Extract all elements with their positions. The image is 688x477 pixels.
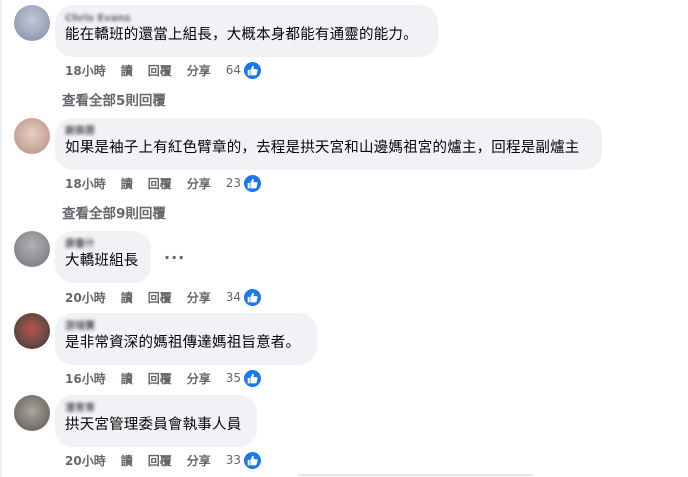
thread-line bbox=[0, 0, 2, 477]
like-count[interactable]: 64 bbox=[226, 63, 241, 77]
comment-text: 大轎班組長 bbox=[65, 253, 139, 269]
read-button[interactable]: 讀 bbox=[121, 62, 133, 79]
like-count[interactable]: 35 bbox=[226, 371, 241, 385]
avatar[interactable] bbox=[14, 5, 50, 41]
avatar[interactable] bbox=[14, 313, 50, 349]
comment-actions: 16小時 讀 回覆 分享 35 bbox=[65, 368, 262, 388]
comment-text: 如果是袖子上有紅色臂章的，去程是拱天宮和山邊媽祖宮的爐主，回程是副爐主 bbox=[65, 140, 580, 156]
avatar[interactable] bbox=[14, 231, 50, 267]
comment-author[interactable]: Chris Evans bbox=[65, 12, 426, 25]
comment-actions: 20小時 讀 回覆 分享 34 bbox=[65, 287, 262, 307]
like-icon[interactable] bbox=[244, 174, 262, 192]
read-button[interactable]: 讀 bbox=[121, 289, 133, 306]
like-icon[interactable] bbox=[244, 61, 262, 79]
like-icon[interactable] bbox=[244, 288, 262, 306]
like-count[interactable]: 23 bbox=[226, 176, 241, 190]
comment-bubble: Chris Evans 能在轎班的還當上組長，大概本身都能有通靈的能力。 bbox=[55, 5, 438, 57]
comment-author[interactable]: 潘育青 bbox=[65, 402, 245, 415]
comment-bubble: 康書什 大轎班組長 bbox=[55, 231, 151, 283]
comment-actions: 18小時 讀 回覆 分享 23 bbox=[65, 173, 262, 193]
read-button[interactable]: 讀 bbox=[121, 370, 133, 387]
share-button[interactable]: 分享 bbox=[187, 289, 211, 306]
read-button[interactable]: 讀 bbox=[121, 452, 133, 469]
reply-button[interactable]: 回覆 bbox=[148, 289, 172, 306]
comment-author[interactable]: 游瑞寶 bbox=[65, 320, 305, 333]
read-button[interactable]: 讀 bbox=[121, 175, 133, 192]
share-button[interactable]: 分享 bbox=[187, 452, 211, 469]
more-options-button[interactable]: ··· bbox=[164, 248, 185, 267]
comment-time[interactable]: 18小時 bbox=[65, 175, 106, 192]
comment-time[interactable]: 20小時 bbox=[65, 289, 106, 306]
share-button[interactable]: 分享 bbox=[187, 62, 211, 79]
share-button[interactable]: 分享 bbox=[187, 175, 211, 192]
comment-actions: 18小時 讀 回覆 分享 64 bbox=[65, 60, 262, 80]
avatar[interactable] bbox=[14, 118, 50, 154]
comment-actions: 20小時 讀 回覆 分享 33 bbox=[65, 450, 262, 470]
comment-text: 拱天宮管理委員會執事人員 bbox=[65, 417, 242, 433]
like-count[interactable]: 33 bbox=[226, 453, 241, 467]
reply-button[interactable]: 回覆 bbox=[148, 62, 172, 79]
reply-button[interactable]: 回覆 bbox=[148, 175, 172, 192]
like-icon[interactable] bbox=[244, 369, 262, 387]
comment-bubble: 潘育青 拱天宮管理委員會執事人員 bbox=[55, 395, 257, 447]
avatar[interactable] bbox=[14, 395, 50, 431]
reply-button[interactable]: 回覆 bbox=[148, 452, 172, 469]
comment-text: 是非常資深的媽祖傳達媽祖旨意者。 bbox=[65, 335, 301, 351]
share-button[interactable]: 分享 bbox=[187, 370, 211, 387]
view-all-replies-link[interactable]: 查看全部5則回覆 bbox=[62, 89, 166, 109]
reply-button[interactable]: 回覆 bbox=[148, 370, 172, 387]
comment-time[interactable]: 16小時 bbox=[65, 370, 106, 387]
like-count[interactable]: 34 bbox=[226, 290, 241, 304]
comment-bubble: 謝佩蓉 如果是袖子上有紅色臂章的，去程是拱天宮和山邊媽祖宮的爐主，回程是副爐主 bbox=[55, 118, 602, 170]
like-icon[interactable] bbox=[244, 451, 262, 469]
comment-text: 能在轎班的還當上組長，大概本身都能有通靈的能力。 bbox=[65, 27, 418, 43]
comment-author[interactable]: 康書什 bbox=[65, 238, 139, 251]
comment-bubble: 游瑞寶 是非常資深的媽祖傳達媽祖旨意者。 bbox=[55, 313, 317, 365]
comment-time[interactable]: 20小時 bbox=[65, 452, 106, 469]
view-all-replies-link[interactable]: 查看全部9則回覆 bbox=[62, 202, 166, 222]
comment-author[interactable]: 謝佩蓉 bbox=[65, 125, 590, 138]
comment-time[interactable]: 18小時 bbox=[65, 62, 106, 79]
divider bbox=[298, 474, 533, 476]
